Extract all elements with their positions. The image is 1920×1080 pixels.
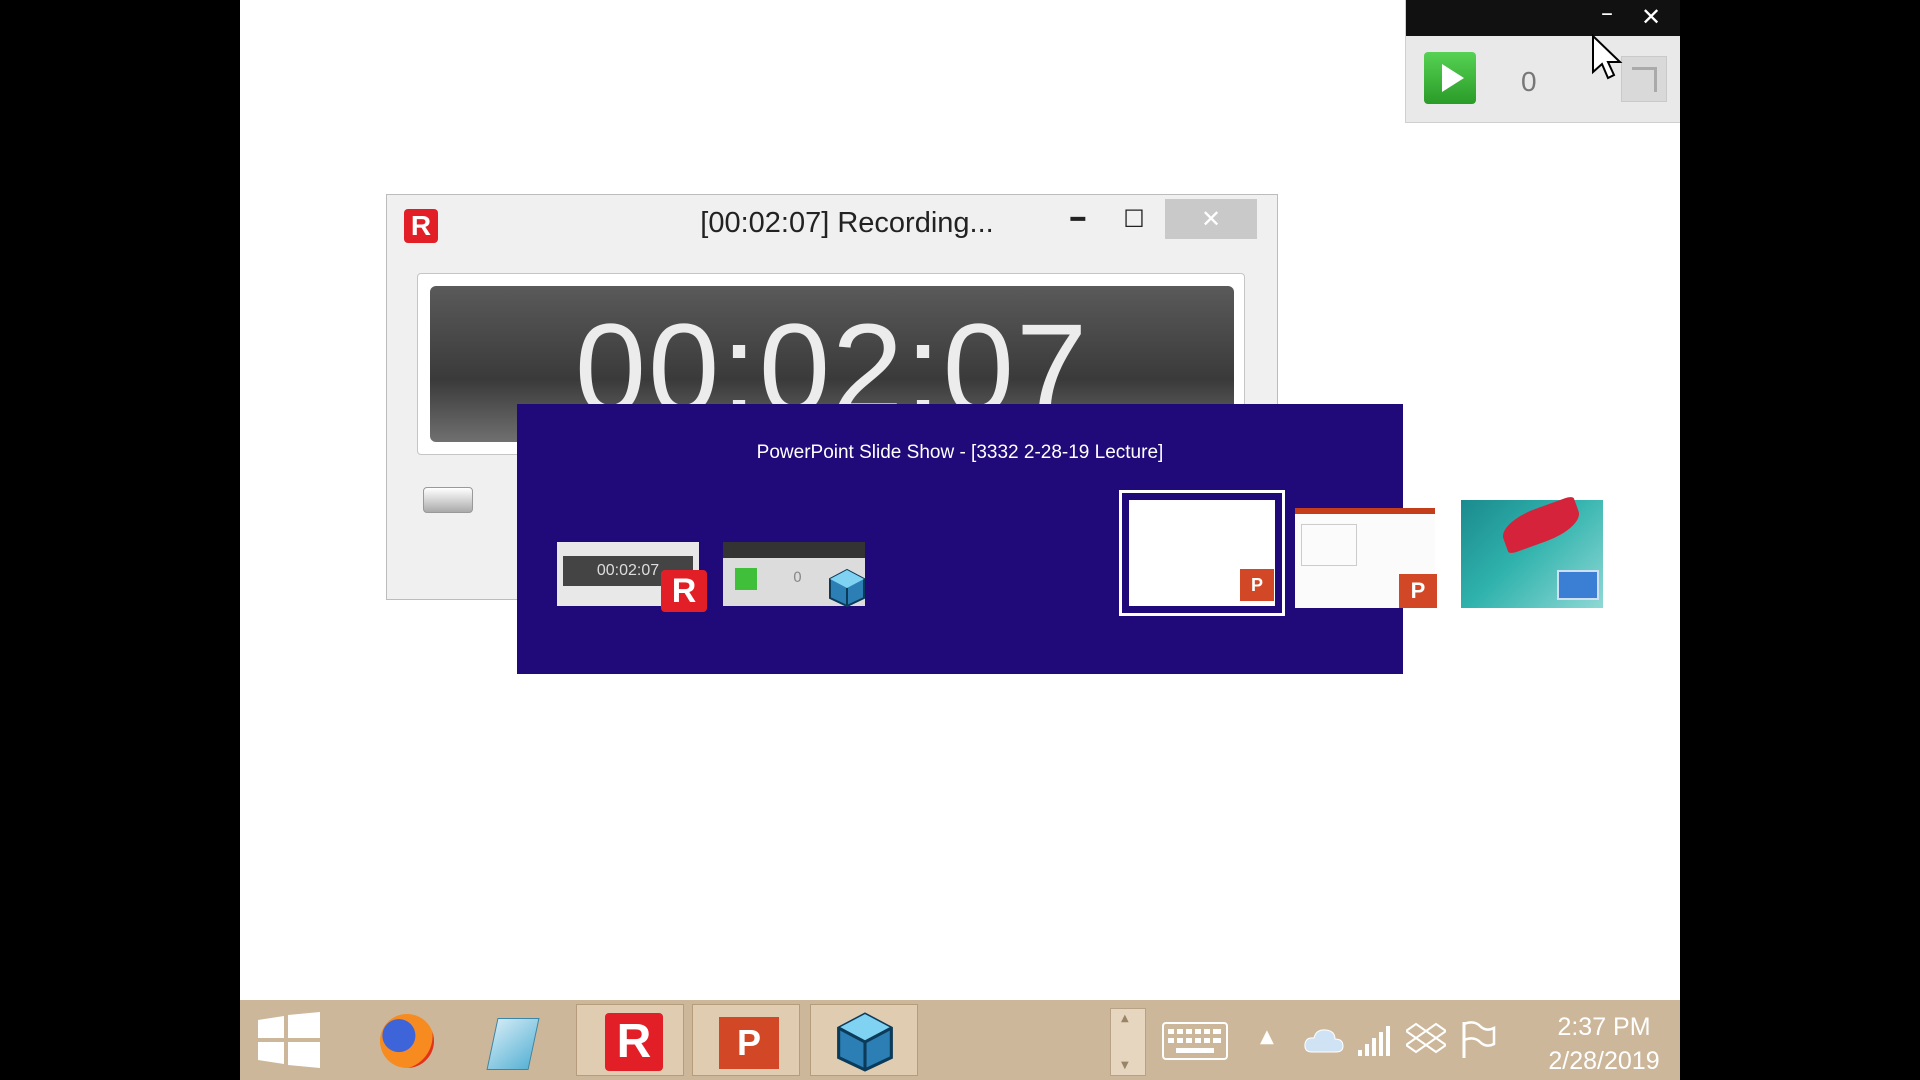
cube-app-icon — [829, 568, 865, 608]
clock-date: 2/28/2019 — [1548, 1047, 1660, 1075]
mouse-cursor-icon — [1592, 34, 1623, 80]
taskbar-recorder[interactable]: R — [576, 1004, 684, 1076]
taskbar: R P ▲ ▼ ▲ 2:37 PM 2/28/2019 — [240, 1000, 1680, 1080]
tool-icon[interactable] — [423, 487, 473, 513]
play-icon — [735, 568, 757, 590]
taskbar-powerpoint[interactable]: P — [692, 1004, 800, 1076]
powerpoint-icon: P — [719, 1017, 779, 1069]
mini-record-toolbar: – ✕ 0 — [1405, 0, 1680, 123]
switcher-thumb-recorder[interactable]: 00:02:07 R — [557, 542, 707, 612]
switcher-thumb-slideshow[interactable]: P — [1119, 490, 1285, 616]
switcher-thumb-mini-toolbar[interactable]: 0 — [723, 542, 865, 608]
system-clock[interactable]: 2:37 PM 2/28/2019 — [1534, 1010, 1674, 1078]
close-icon[interactable]: ✕ — [1641, 2, 1661, 32]
windows-start-icon[interactable] — [258, 1012, 320, 1068]
network-signal-icon[interactable] — [1356, 1022, 1392, 1058]
taskbar-firefox[interactable] — [350, 1004, 458, 1076]
clock-time: 2:37 PM — [1557, 1013, 1651, 1041]
window-title: [00:02:07] Recording... — [700, 207, 994, 239]
keyboard-icon[interactable] — [1162, 1022, 1228, 1060]
recorder-logo-icon: R — [661, 570, 707, 612]
switcher-title: PowerPoint Slide Show - [3332 2-28-19 Le… — [756, 442, 1164, 463]
wallpaper-flower — [1497, 495, 1585, 555]
notepad-icon — [486, 1018, 540, 1070]
action-center-flag-icon[interactable] — [1460, 1020, 1496, 1060]
taskbar-notepad[interactable] — [460, 1004, 568, 1076]
thumb-titlebar — [723, 542, 865, 558]
cloud-icon[interactable] — [1304, 1026, 1344, 1054]
thumb-counter: 0 — [793, 570, 802, 586]
expand-icon[interactable] — [1621, 56, 1667, 102]
taskbar-scroll-buttons[interactable] — [1110, 1008, 1146, 1076]
firefox-icon — [380, 1014, 434, 1068]
play-icon[interactable] — [1424, 52, 1476, 104]
cube-app-icon — [837, 1012, 893, 1072]
recorder-logo-icon: R — [404, 209, 438, 243]
switcher-thumb-desktop[interactable] — [1461, 495, 1603, 608]
minimize-button[interactable]: ━ — [1053, 199, 1103, 239]
switcher-thumb-powerpoint[interactable]: P — [1295, 508, 1437, 608]
show-hidden-icons-icon[interactable]: ▲ — [1260, 1026, 1274, 1047]
minimize-icon[interactable]: – — [1601, 0, 1613, 28]
dropbox-icon[interactable] — [1406, 1022, 1446, 1058]
maximize-button[interactable]: ☐ — [1109, 199, 1159, 239]
slide-preview — [1301, 524, 1357, 566]
clip-counter: 0 — [1521, 66, 1537, 97]
close-button[interactable]: ✕ — [1165, 199, 1257, 239]
powerpoint-icon: P — [1399, 574, 1437, 608]
powerpoint-icon: P — [1240, 569, 1274, 601]
taskbar-cube-app[interactable] — [810, 1004, 918, 1076]
task-switcher: PowerPoint Slide Show - [3332 2-28-19 Le… — [517, 404, 1603, 674]
desktop: – ✕ 0 R [00:02:07] Recording... ━ ☐ ✕ 00… — [240, 0, 1680, 1080]
recorder-logo-icon: R — [605, 1013, 663, 1071]
mini-toolbar-titlebar: – ✕ — [1406, 0, 1680, 36]
monitor-icon — [1557, 570, 1599, 600]
